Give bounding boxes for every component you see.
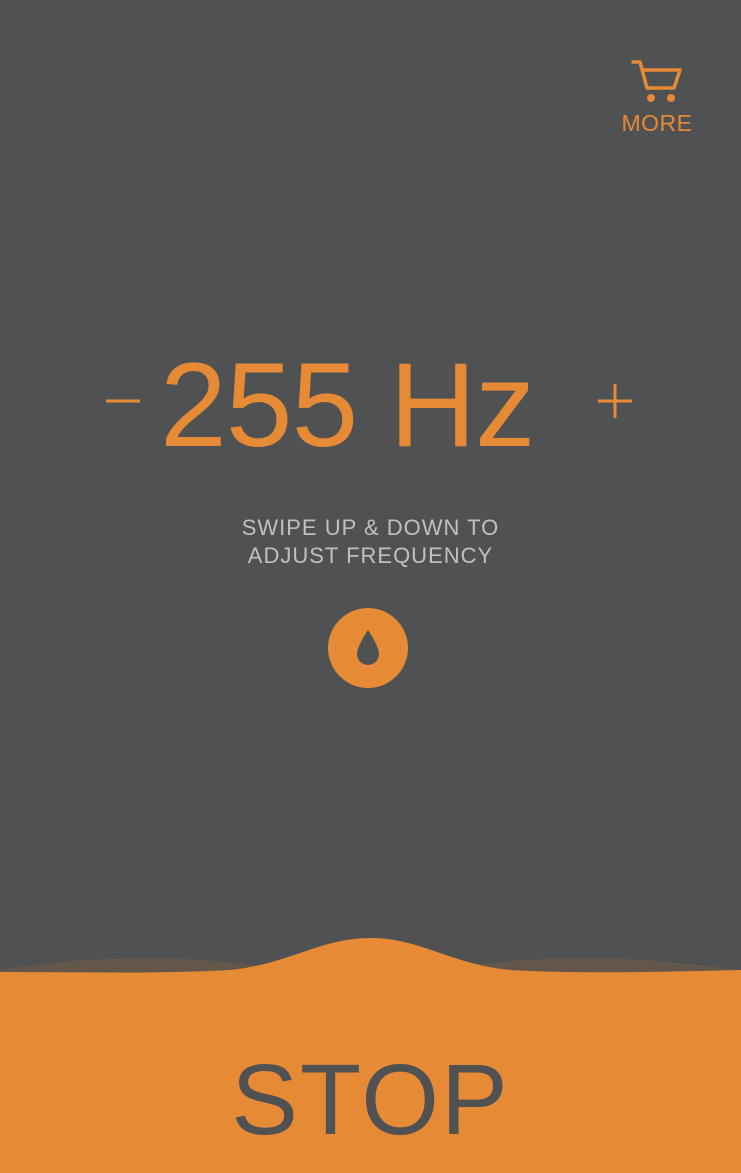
frequency-control[interactable]: 255 Hz [0, 340, 741, 470]
increase-frequency-button[interactable] [592, 378, 638, 424]
water-eject-button[interactable] [328, 608, 408, 688]
app-screen: MORE 255 Hz SWIPE UP & DOWN TO ADJUST FR… [0, 0, 741, 1173]
stop-button[interactable]: STOP [0, 1040, 741, 1160]
cart-icon [631, 60, 682, 102]
plus-icon [598, 384, 632, 418]
frequency-display: 255 Hz [160, 338, 535, 472]
minus-icon [106, 399, 140, 403]
water-drop-icon [357, 630, 379, 665]
hint-line-2: ADJUST FREQUENCY [247, 543, 494, 568]
hint-line-1: SWIPE UP & DOWN TO [241, 515, 500, 540]
more-label: MORE [621, 110, 693, 136]
decrease-frequency-button[interactable] [100, 378, 146, 424]
swipe-hint: SWIPE UP & DOWN TO ADJUST FREQUENCY [0, 514, 741, 570]
more-button[interactable]: MORE [618, 58, 696, 142]
